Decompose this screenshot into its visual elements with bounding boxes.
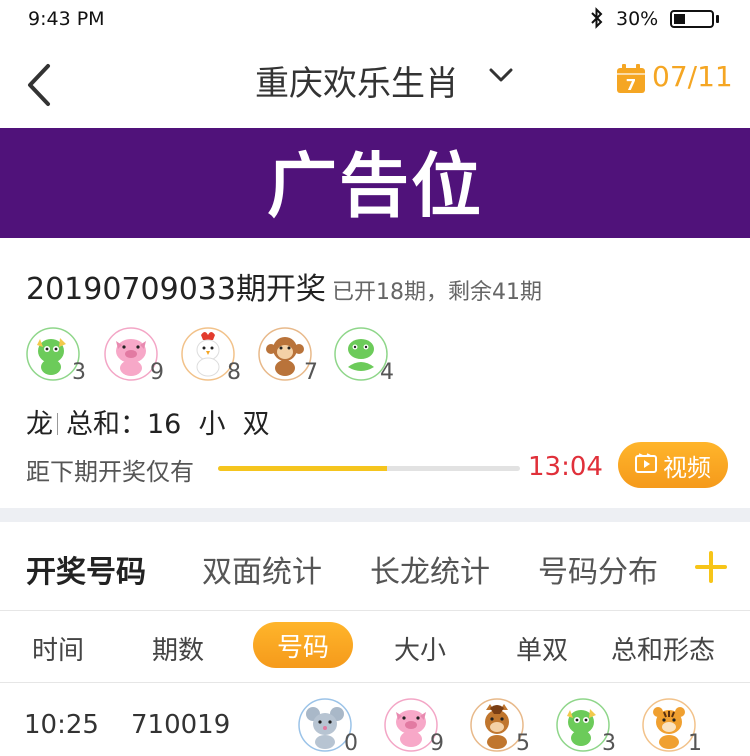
subheader-divider: [0, 682, 750, 683]
video-button[interactable]: 视频: [618, 442, 728, 488]
countdown-label: 距下期开奖仅有: [26, 458, 194, 486]
chevron-down-icon[interactable]: [487, 62, 515, 90]
countdown-time: 13:04: [528, 452, 603, 482]
draw-ball-1: 3: [26, 327, 86, 385]
draw-ball-4: 7: [258, 327, 318, 385]
draw-summary: 龙总和：16 小 双: [26, 402, 270, 441]
tab-divider: [0, 610, 750, 611]
ball-number: 7: [304, 360, 318, 385]
col-odd-even[interactable]: 单双: [516, 630, 568, 667]
row-time: 10:25: [24, 710, 99, 740]
date-label[interactable]: 07/11: [652, 60, 733, 93]
ball-number: 3: [72, 360, 86, 385]
tab-long-dragon-stats[interactable]: 长龙统计: [370, 547, 490, 591]
ball-number: 5: [516, 731, 530, 756]
draw-ball-5: 4: [334, 327, 394, 385]
draw-issue: 20190709033期开奖: [26, 272, 326, 307]
countdown-progress: [218, 466, 520, 471]
summary-animal: 龙: [26, 409, 53, 440]
col-sum-pattern[interactable]: 总和形态: [611, 630, 715, 667]
ball-number: 9: [150, 360, 164, 385]
col-number-active[interactable]: 号码: [253, 622, 353, 668]
draw-ball-2: 9: [104, 327, 164, 385]
battery-percent: 30%: [616, 8, 659, 30]
row-ball-4: 3: [556, 698, 616, 756]
row-ball-2: 9: [384, 698, 444, 756]
countdown-progress-fill: [218, 466, 388, 471]
col-issue[interactable]: 期数: [152, 630, 204, 667]
plus-icon[interactable]: [694, 550, 728, 584]
tab-draw-numbers[interactable]: 开奖号码: [26, 547, 146, 591]
battery-icon: [670, 10, 714, 28]
ball-number: 8: [227, 360, 241, 385]
video-icon: [635, 451, 657, 479]
battery-cap: [716, 15, 719, 23]
ball-number: 4: [380, 360, 394, 385]
row-ball-1: 0: [298, 698, 358, 756]
video-label[interactable]: 视频: [663, 448, 711, 483]
back-arrow-icon[interactable]: [24, 62, 54, 108]
tab-two-side-stats[interactable]: 双面统计: [202, 547, 322, 591]
section-divider: [0, 508, 750, 522]
bluetooth-icon: [590, 7, 604, 34]
ad-text: 广告位: [267, 145, 483, 227]
ball-number: 3: [602, 731, 616, 756]
ball-number: 0: [344, 731, 358, 756]
ball-number: 1: [688, 731, 702, 756]
row-ball-5: 1: [642, 698, 702, 756]
calendar-icon[interactable]: 7: [616, 64, 646, 94]
status-time: 9:43 PM: [28, 8, 105, 30]
ball-number: 9: [430, 731, 444, 756]
draw-subtitle: 已开18期，剩余41期: [331, 280, 542, 305]
row-ball-3: 5: [470, 698, 530, 756]
draw-ball-3: 8: [181, 327, 241, 385]
col-time[interactable]: 时间: [32, 630, 84, 667]
row-issue: 710019: [131, 710, 231, 740]
page-title-text[interactable]: 重庆欢乐生肖: [255, 64, 459, 104]
summary-text: 总和：16 小 双: [66, 409, 270, 440]
tab-number-distribution[interactable]: 号码分布: [538, 547, 658, 591]
draw-title: 20190709033期开奖 已开18期，剩余41期: [26, 264, 542, 308]
col-size[interactable]: 大小: [394, 630, 446, 667]
calendar-day: 7: [626, 76, 636, 94]
